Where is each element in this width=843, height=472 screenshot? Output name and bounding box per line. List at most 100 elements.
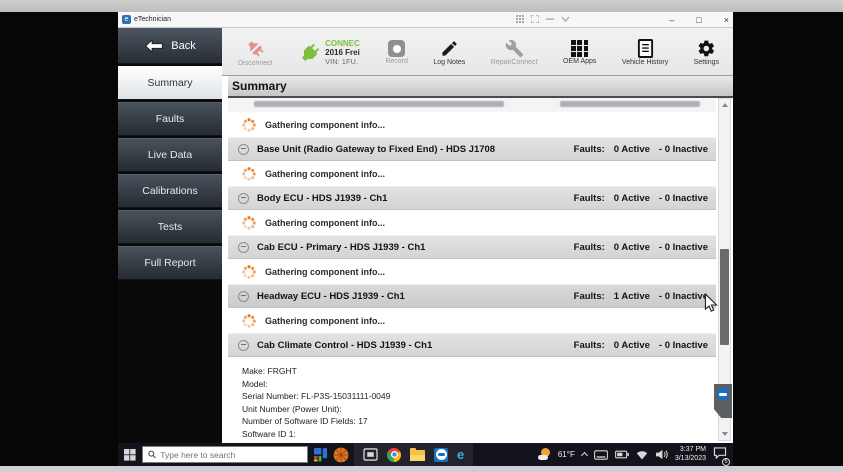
gear-icon	[697, 39, 716, 58]
faults-label: Faults:	[574, 193, 605, 204]
record-button[interactable]: Record	[385, 40, 408, 65]
sidebar-item-tests[interactable]: Tests	[118, 210, 222, 244]
faults-active-count: 0 Active	[614, 242, 650, 253]
oem-apps-button[interactable]: OEM Apps	[563, 40, 596, 65]
sidebar-item-calibrations[interactable]: Calibrations	[118, 174, 222, 208]
viewer-chevron-down-icon[interactable]	[561, 15, 570, 23]
close-button[interactable]: ×	[724, 15, 729, 25]
ecu-group-row[interactable]: Cab ECU - Primary - HDS J1939 - Ch1 Faul…	[228, 235, 716, 259]
app-body: Back Summary Faults Live Data Calibratio…	[118, 28, 733, 443]
search-input[interactable]	[160, 450, 302, 460]
gathering-text: Gathering component info...	[265, 120, 385, 130]
file-explorer-icon[interactable]	[410, 450, 425, 461]
faults-inactive-count: - 0 Inactive	[659, 340, 708, 351]
oem-apps-label: OEM Apps	[563, 58, 596, 65]
scrollbar-thumb[interactable]	[720, 249, 729, 345]
scroll-down-button[interactable]	[719, 428, 730, 440]
ecu-group-row[interactable]: Body ECU - HDS J1939 - Ch1 Faults: 0 Act…	[228, 186, 716, 210]
faults-label: Faults:	[574, 242, 605, 253]
ecu-group-row[interactable]: Headway ECU - HDS J1939 - Ch1 Faults: 1 …	[228, 284, 716, 308]
ecu-name: Body ECU - HDS J1939 - Ch1	[257, 193, 566, 204]
sidebar-nav: Summary Faults Live Data Calibrations Te…	[118, 66, 222, 280]
collapse-icon[interactable]	[238, 193, 249, 204]
sidebar-item-faults[interactable]: Faults	[118, 102, 222, 136]
connect-status[interactable]: CONNEC 2016 Frei VIN: 1FU.	[298, 39, 360, 66]
chrome-icon[interactable]	[387, 448, 401, 462]
clock-date: 3/13/2023	[675, 455, 706, 464]
gathering-text: Gathering component info...	[265, 316, 385, 326]
disconnect-button[interactable]: Disconnect	[238, 38, 273, 67]
faults-label: Faults:	[574, 291, 605, 302]
notification-center-button[interactable]: 5	[713, 446, 727, 464]
gathering-text: Gathering component info...	[265, 218, 385, 228]
pinned-icons	[313, 447, 349, 463]
tray-network-icon[interactable]	[636, 450, 648, 460]
basketball-icon[interactable]	[333, 447, 349, 463]
faults-summary: Faults: 0 Active - 0 Inactive	[574, 340, 710, 351]
detail-line: Serial Number: FL-P3S-15031111-0049	[242, 390, 716, 403]
grid-icon	[571, 40, 588, 57]
teamviewer-taskbar-icon[interactable]	[434, 448, 448, 462]
taskbar-icon-app[interactable]	[363, 448, 378, 461]
tray-keyboard-icon[interactable]	[594, 450, 608, 460]
connect-plug-icon	[298, 41, 322, 65]
tray-battery-icon[interactable]	[615, 450, 629, 459]
repairconnect-button[interactable]: RepairConnect	[491, 39, 538, 66]
ecu-name: Base Unit (Radio Gateway to Fixed End) -…	[257, 144, 566, 155]
scroll-up-button[interactable]	[719, 99, 730, 111]
sidebar-item-summary[interactable]: Summary	[118, 66, 222, 100]
minimize-button[interactable]: –	[669, 15, 674, 25]
etechnician-logo-icon: e	[122, 15, 131, 24]
detail-line: Unit Number (Power Unit):	[242, 403, 716, 416]
maximize-button[interactable]: □	[696, 15, 701, 25]
weather-temp[interactable]: 61°F	[558, 450, 575, 459]
spinner-icon	[242, 314, 256, 328]
letterbox-top	[0, 0, 843, 12]
faults-summary: Faults: 0 Active - 0 Inactive	[574, 144, 710, 155]
edge-icon[interactable]: e	[457, 447, 464, 462]
faults-active-count: 1 Active	[614, 291, 650, 302]
app-icon-tiles[interactable]	[313, 447, 328, 462]
collapse-icon[interactable]	[238, 144, 249, 155]
collapse-icon[interactable]	[238, 291, 249, 302]
collapse-icon[interactable]	[238, 242, 249, 253]
sidebar: Back Summary Faults Live Data Calibratio…	[118, 28, 222, 443]
detail-line: Number of Software ID Fields: 17	[242, 415, 716, 428]
page-title: Summary	[228, 76, 733, 98]
sidebar-tab-label: Faults	[156, 113, 185, 125]
sidebar-tab-label: Summary	[148, 77, 193, 89]
back-button[interactable]: Back	[118, 28, 222, 64]
taskbar-search[interactable]	[142, 446, 308, 463]
settings-label: Settings	[694, 59, 719, 66]
gathering-row: Gathering component info...	[228, 210, 716, 235]
spinner-icon	[242, 118, 256, 132]
viewer-minimize-icon[interactable]	[546, 15, 554, 23]
summary-row-clipped[interactable]	[228, 98, 716, 112]
sidebar-item-live-data[interactable]: Live Data	[118, 138, 222, 172]
faults-summary: Faults: 0 Active - 0 Inactive	[574, 193, 710, 204]
window-controls: – □ ×	[669, 12, 729, 28]
viewer-grid-icon[interactable]	[516, 15, 524, 23]
ecu-group-row[interactable]: Base Unit (Radio Gateway to Fixed End) -…	[228, 137, 716, 161]
start-button[interactable]	[118, 443, 142, 466]
viewer-resize-icon[interactable]	[531, 15, 539, 23]
sidebar-item-full-report[interactable]: Full Report	[118, 246, 222, 280]
ecu-name: Cab ECU - Primary - HDS J1939 - Ch1	[257, 242, 566, 253]
faults-active-count: 0 Active	[614, 144, 650, 155]
vehicle-history-button[interactable]: Vehicle History	[622, 39, 668, 66]
notification-badge: 5	[722, 458, 730, 466]
tray-chevron-up-icon[interactable]	[581, 452, 588, 459]
summary-viewport: Gathering component info... Base Unit (R…	[228, 98, 716, 443]
settings-button[interactable]: Settings	[694, 39, 719, 66]
collapse-icon[interactable]	[238, 340, 249, 351]
tray-volume-icon[interactable]	[655, 449, 668, 460]
ecu-group-row[interactable]: Cab Climate Control - HDS J1939 - Ch1 Fa…	[228, 333, 716, 357]
log-notes-button[interactable]: Log Notes	[433, 39, 465, 66]
taskbar-clock[interactable]: 3:37 PM 3/13/2023	[675, 446, 706, 463]
taskbar: e 61°F 3:37 PM 3/13/2023 5	[118, 443, 733, 466]
gathering-row: Gathering component info...	[228, 112, 716, 137]
windows-logo-icon	[124, 449, 136, 461]
weather-icon[interactable]	[538, 448, 551, 461]
detail-line: Software ID 1:	[242, 428, 716, 441]
faults-active-count: 0 Active	[614, 193, 650, 204]
